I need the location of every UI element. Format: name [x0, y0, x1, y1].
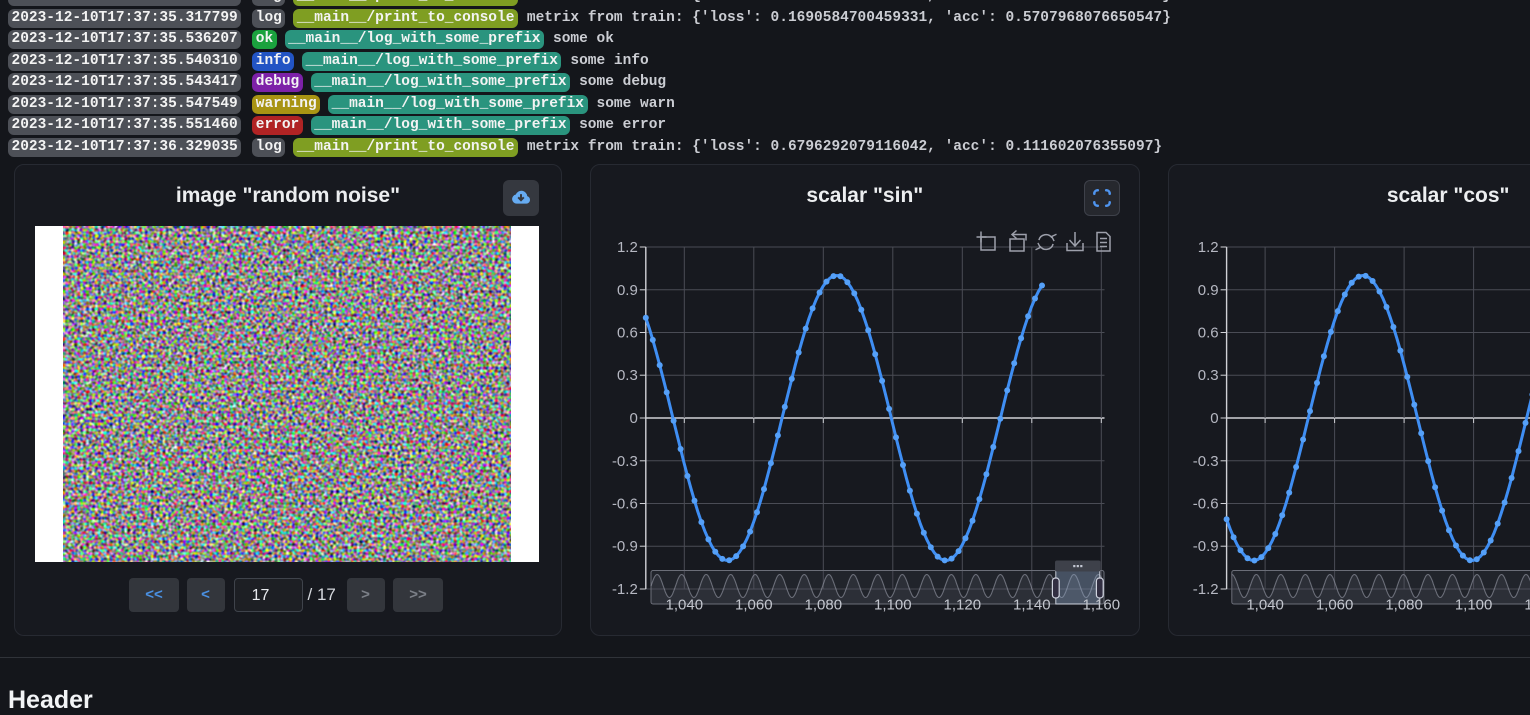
svg-text:0.6: 0.6: [1198, 325, 1219, 342]
svg-text:-0.3: -0.3: [1193, 453, 1219, 470]
svg-text:1,140: 1,140: [1013, 597, 1051, 614]
svg-text:1,060: 1,060: [1316, 597, 1354, 614]
svg-text:-0.6: -0.6: [612, 496, 638, 513]
svg-text:0.3: 0.3: [1198, 367, 1219, 384]
svg-text:1,040: 1,040: [1246, 597, 1284, 614]
svg-text:1,100: 1,100: [1455, 597, 1493, 614]
svg-text:1.2: 1.2: [1198, 239, 1219, 256]
svg-text:0.6: 0.6: [617, 325, 638, 342]
svg-text:0.9: 0.9: [1198, 282, 1219, 299]
svg-text:1,060: 1,060: [735, 597, 773, 614]
svg-text:1,120: 1,120: [1524, 597, 1530, 614]
svg-text:1,040: 1,040: [666, 597, 704, 614]
svg-text:-1.2: -1.2: [1193, 581, 1219, 598]
svg-text:1.2: 1.2: [617, 239, 638, 256]
svg-text:1,120: 1,120: [944, 597, 982, 614]
svg-text:-1.2: -1.2: [612, 581, 638, 598]
svg-text:0: 0: [1210, 410, 1218, 427]
svg-text:-0.6: -0.6: [1193, 496, 1219, 513]
svg-text:-0.9: -0.9: [1193, 538, 1219, 555]
svg-text:-0.9: -0.9: [612, 538, 638, 555]
svg-text:-0.3: -0.3: [612, 453, 638, 470]
svg-text:0.9: 0.9: [617, 282, 638, 299]
svg-text:1,100: 1,100: [874, 597, 912, 614]
svg-text:1,160: 1,160: [1083, 597, 1121, 614]
svg-text:1,080: 1,080: [805, 597, 843, 614]
svg-text:1,080: 1,080: [1385, 597, 1423, 614]
svg-text:0: 0: [629, 410, 637, 427]
svg-text:0.3: 0.3: [617, 367, 638, 384]
